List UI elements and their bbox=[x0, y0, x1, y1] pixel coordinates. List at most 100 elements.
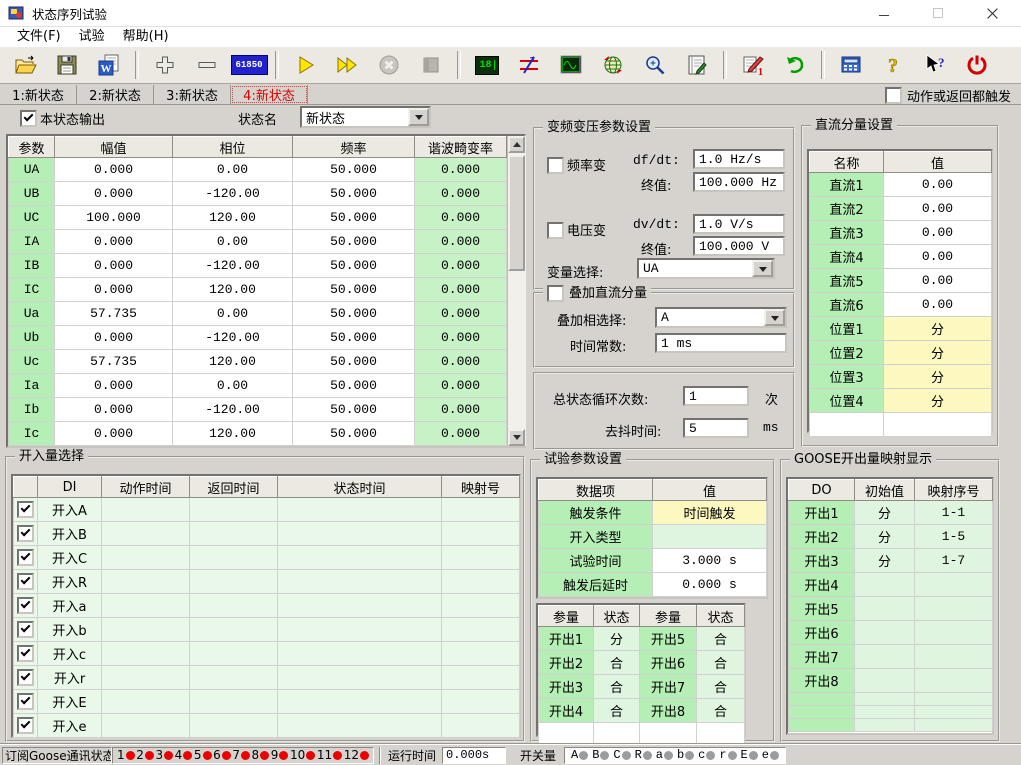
goose-init-cell[interactable] bbox=[854, 692, 915, 706]
frequency-cell[interactable]: 50.000 bbox=[292, 205, 415, 230]
loop-count-field[interactable]: 1 bbox=[683, 386, 749, 406]
scrollbar-thumb[interactable] bbox=[508, 155, 525, 271]
amplitude-cell[interactable]: 0.000 bbox=[54, 373, 173, 398]
context-help-button[interactable]: ? bbox=[918, 50, 952, 80]
di-map-cell[interactable] bbox=[441, 713, 520, 738]
goose-init-cell[interactable]: 分 bbox=[854, 500, 915, 525]
thd-cell[interactable]: 0.000 bbox=[414, 157, 507, 182]
di-return-time-cell[interactable] bbox=[189, 665, 278, 690]
goose-init-cell[interactable] bbox=[854, 718, 915, 732]
goose-map-cell[interactable] bbox=[914, 644, 993, 669]
di-action-time-cell[interactable] bbox=[101, 569, 190, 594]
frequency-cell[interactable]: 50.000 bbox=[292, 181, 415, 206]
phase-cell[interactable]: -120.00 bbox=[172, 397, 293, 422]
goose-map-cell[interactable]: 1-1 bbox=[914, 500, 993, 525]
param-value-cell[interactable]: 0.000 s bbox=[652, 572, 767, 597]
thd-cell[interactable]: 0.000 bbox=[414, 373, 507, 398]
state-tab[interactable]: 1:新状态 bbox=[0, 85, 77, 104]
phase-cell[interactable]: 0.00 bbox=[172, 157, 293, 182]
iec61850-button[interactable]: 61850 bbox=[230, 50, 268, 80]
thd-cell[interactable]: 0.000 bbox=[414, 325, 507, 350]
goose-map-cell[interactable]: 1-7 bbox=[914, 548, 993, 573]
state-tab[interactable]: 2:新状态 bbox=[77, 85, 154, 104]
di-state-time-cell[interactable] bbox=[277, 617, 442, 642]
di-state-time-cell[interactable] bbox=[277, 593, 442, 618]
goose-map-cell[interactable] bbox=[914, 718, 993, 732]
frequency-cell[interactable]: 50.000 bbox=[292, 397, 415, 422]
goose-init-cell[interactable] bbox=[854, 572, 915, 597]
di-checkbox[interactable] bbox=[17, 573, 34, 590]
di-map-cell[interactable] bbox=[441, 665, 520, 690]
di-checkbox[interactable] bbox=[17, 549, 34, 566]
stop-button[interactable] bbox=[414, 50, 448, 80]
menu-item[interactable]: 文件(F) bbox=[8, 28, 70, 46]
frequency-cell[interactable]: 50.000 bbox=[292, 349, 415, 374]
frequency-cell[interactable]: 50.000 bbox=[292, 325, 415, 350]
phase-cell[interactable]: 0.00 bbox=[172, 373, 293, 398]
di-map-cell[interactable] bbox=[441, 569, 520, 594]
phase-cell[interactable]: -120.00 bbox=[172, 325, 293, 350]
power-exit-button[interactable] bbox=[960, 50, 994, 80]
di-action-time-cell[interactable] bbox=[101, 521, 190, 546]
di-checkbox[interactable] bbox=[17, 717, 34, 734]
di-action-time-cell[interactable] bbox=[101, 713, 190, 738]
param-value-cell[interactable]: 3.000 s bbox=[652, 548, 767, 573]
dvdt-field[interactable]: 1.0 V/s bbox=[693, 214, 785, 234]
minimize-button[interactable] bbox=[863, 0, 905, 26]
remove-state-button[interactable] bbox=[190, 50, 224, 80]
amplitude-cell[interactable]: 0.000 bbox=[54, 397, 173, 422]
help-button[interactable]: ? bbox=[876, 50, 910, 80]
dc-superpose-checkbox[interactable] bbox=[547, 285, 564, 302]
phase-cell[interactable]: 120.00 bbox=[172, 349, 293, 374]
dc-value-cell[interactable]: 0.00 bbox=[883, 244, 992, 269]
dropdown-button[interactable] bbox=[764, 309, 785, 326]
do-state-cell[interactable]: 分 bbox=[593, 626, 640, 651]
goose-map-cell[interactable]: 1-5 bbox=[914, 524, 993, 549]
phase-cell[interactable]: 0.00 bbox=[172, 301, 293, 326]
dropdown-button[interactable] bbox=[752, 260, 773, 277]
di-checkbox[interactable] bbox=[17, 621, 34, 638]
di-map-cell[interactable] bbox=[441, 641, 520, 666]
di-action-time-cell[interactable] bbox=[101, 665, 190, 690]
di-checkbox[interactable] bbox=[17, 645, 34, 662]
harmonic-button[interactable] bbox=[512, 50, 546, 80]
di-map-cell[interactable] bbox=[441, 521, 520, 546]
dropdown-button[interactable] bbox=[408, 108, 429, 126]
frequency-cell[interactable]: 50.000 bbox=[292, 229, 415, 254]
vertical-scrollbar[interactable] bbox=[507, 136, 526, 446]
open-file-button[interactable] bbox=[8, 50, 42, 80]
thd-cell[interactable]: 0.000 bbox=[414, 229, 507, 254]
edit-map-button[interactable]: 1 bbox=[736, 50, 770, 80]
vector-view-button[interactable] bbox=[596, 50, 630, 80]
maximize-button[interactable] bbox=[917, 0, 959, 26]
state-tab[interactable]: 4:新状态 bbox=[231, 85, 308, 104]
param-value-cell[interactable]: 时间触发 bbox=[652, 500, 767, 525]
di-checkbox[interactable] bbox=[17, 597, 34, 614]
dc-value-cell[interactable]: 分 bbox=[883, 388, 992, 413]
phase-cell[interactable]: -120.00 bbox=[172, 253, 293, 278]
thd-cell[interactable]: 0.000 bbox=[414, 277, 507, 302]
di-return-time-cell[interactable] bbox=[189, 569, 278, 594]
di-return-time-cell[interactable] bbox=[189, 545, 278, 570]
phase-cell[interactable]: -120.00 bbox=[172, 181, 293, 206]
di-return-time-cell[interactable] bbox=[189, 617, 278, 642]
fast-run-button[interactable] bbox=[330, 50, 364, 80]
phase-select-dropdown[interactable]: A bbox=[655, 307, 787, 328]
state-name-dropdown[interactable]: 新状态 bbox=[300, 106, 431, 128]
phase-cell[interactable]: 120.00 bbox=[172, 421, 293, 446]
report-button[interactable] bbox=[680, 50, 714, 80]
amplitude-cell[interactable]: 0.000 bbox=[54, 421, 173, 446]
goose-init-cell[interactable] bbox=[854, 596, 915, 621]
di-checkbox[interactable] bbox=[17, 501, 34, 518]
di-return-time-cell[interactable] bbox=[189, 641, 278, 666]
goose-init-cell[interactable]: 分 bbox=[854, 524, 915, 549]
di-map-cell[interactable] bbox=[441, 689, 520, 714]
thd-cell[interactable]: 0.000 bbox=[414, 301, 507, 326]
thd-cell[interactable]: 0.000 bbox=[414, 421, 507, 446]
freq-change-checkbox[interactable] bbox=[547, 157, 564, 174]
goose-init-cell[interactable] bbox=[854, 644, 915, 669]
oscilloscope-button[interactable] bbox=[554, 50, 588, 80]
volt-change-checkbox[interactable] bbox=[547, 222, 564, 239]
frequency-cell[interactable]: 50.000 bbox=[292, 277, 415, 302]
close-button[interactable] bbox=[971, 0, 1013, 26]
